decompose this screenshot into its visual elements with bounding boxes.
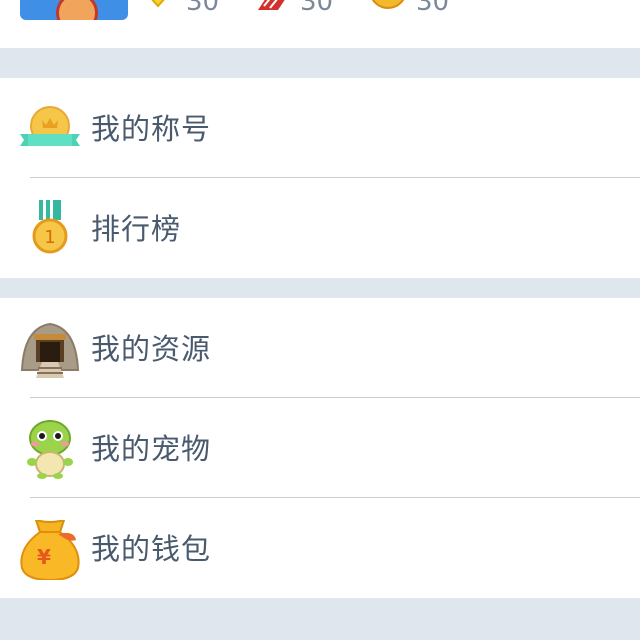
menu-label-my-wallet: 我的钱包: [91, 532, 212, 566]
title-badge-icon: [20, 106, 80, 146]
coin-icon: [371, 0, 405, 9]
menu-label-my-resources: 我的资源: [91, 332, 212, 366]
turtle-pet-icon: [27, 415, 73, 479]
meat-count: 30: [300, 0, 334, 17]
meat-icon: [258, 0, 285, 10]
menu-section-assets: 我的资源 我的宠物 ¥ 我的钱包: [0, 298, 640, 598]
menu-section-profile: 我的称号 1 排行榜: [0, 78, 640, 278]
money-bag-icon: ¥: [20, 518, 80, 582]
menu-item-my-wallet[interactable]: ¥ 我的钱包: [0, 498, 640, 598]
diamond-count: 30: [186, 0, 220, 17]
menu-item-my-title[interactable]: 我的称号: [0, 78, 640, 178]
diamond-icon: [151, 0, 165, 8]
menu-item-my-pets[interactable]: 我的宠物: [0, 398, 640, 498]
menu-item-leaderboard[interactable]: 1 排行榜: [0, 178, 640, 278]
profile-card: 30 30 30: [0, 0, 640, 48]
menu-label-my-pets: 我的宠物: [91, 432, 212, 466]
coin-count: 30: [416, 0, 450, 17]
avatar-character: [56, 0, 98, 20]
svg-text:1: 1: [44, 227, 55, 248]
avatar[interactable]: [20, 0, 128, 20]
menu-item-my-resources[interactable]: 我的资源: [0, 298, 640, 398]
mine-icon: [20, 322, 80, 378]
medal-icon: 1: [32, 196, 68, 254]
menu-label-my-title: 我的称号: [91, 112, 212, 146]
svg-text:¥: ¥: [37, 545, 51, 569]
menu-label-leaderboard: 排行榜: [91, 212, 182, 246]
